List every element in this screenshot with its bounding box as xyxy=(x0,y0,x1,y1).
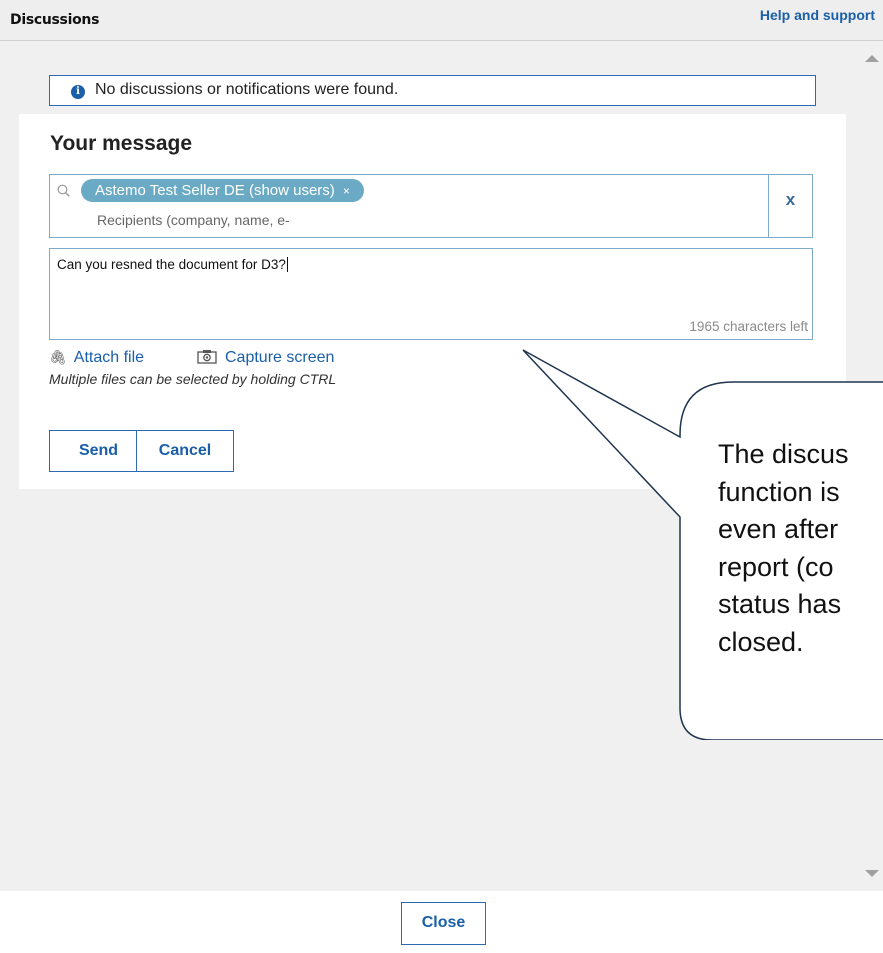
close-button[interactable]: Close xyxy=(401,902,486,945)
attach-file-label: Attach file xyxy=(73,349,145,366)
chip-remove-icon[interactable]: × xyxy=(343,184,350,198)
recipient-chip-label: Astemo Test Seller DE (show users) xyxy=(95,182,335,199)
notice-text: No discussions or notifications were fou… xyxy=(95,81,399,98)
paperclip-icon: 🖇︎ xyxy=(49,349,67,365)
attach-file-link[interactable]: 🖇︎ Attach file xyxy=(49,349,144,367)
capture-screen-label: Capture screen xyxy=(225,349,335,366)
callout-line: even after xyxy=(718,514,839,544)
characters-left-counter: 1965 characters left xyxy=(689,319,808,334)
search-icon xyxy=(57,184,70,197)
text-caret xyxy=(286,257,288,272)
callout-line: closed. xyxy=(718,626,804,657)
message-textarea[interactable]: Can you resned the document for D3? 1965… xyxy=(49,248,813,340)
scroll-down-arrow-icon[interactable] xyxy=(865,870,879,877)
callout-line: report (co xyxy=(718,551,834,582)
dialog-header: Discussions Help and support xyxy=(0,0,883,41)
callout-line: The discus xyxy=(718,439,849,469)
callout-line: function is xyxy=(718,476,840,507)
recipients-input[interactable]: Recipients (company, name, e- xyxy=(97,212,290,228)
scroll-up-arrow-icon[interactable] xyxy=(865,55,879,62)
help-and-support-link[interactable]: Help and support xyxy=(760,7,875,23)
callout-line: status has xyxy=(718,589,842,619)
message-text: Can you resned the document for D3? xyxy=(57,257,288,272)
clear-recipients-button[interactable]: x xyxy=(768,175,812,237)
send-button[interactable]: Send xyxy=(49,430,148,472)
capture-screen-link[interactable]: Capture screen xyxy=(197,349,334,367)
recipients-field[interactable]: Astemo Test Seller DE (show users) × Reci… xyxy=(49,174,813,238)
info-icon: i xyxy=(71,85,85,99)
dialog-title: Discussions xyxy=(10,12,100,28)
multi-select-hint: Multiple files can be selected by holdin… xyxy=(49,371,337,387)
cancel-button[interactable]: Cancel xyxy=(136,430,234,472)
camera-icon xyxy=(197,350,217,364)
callout-text: The discus function is even after report… xyxy=(718,436,849,661)
recipient-chip[interactable]: Astemo Test Seller DE (show users) × xyxy=(81,179,364,202)
no-discussions-notice: i No discussions or notifications were f… xyxy=(49,75,816,106)
your-message-heading: Your message xyxy=(50,132,193,155)
